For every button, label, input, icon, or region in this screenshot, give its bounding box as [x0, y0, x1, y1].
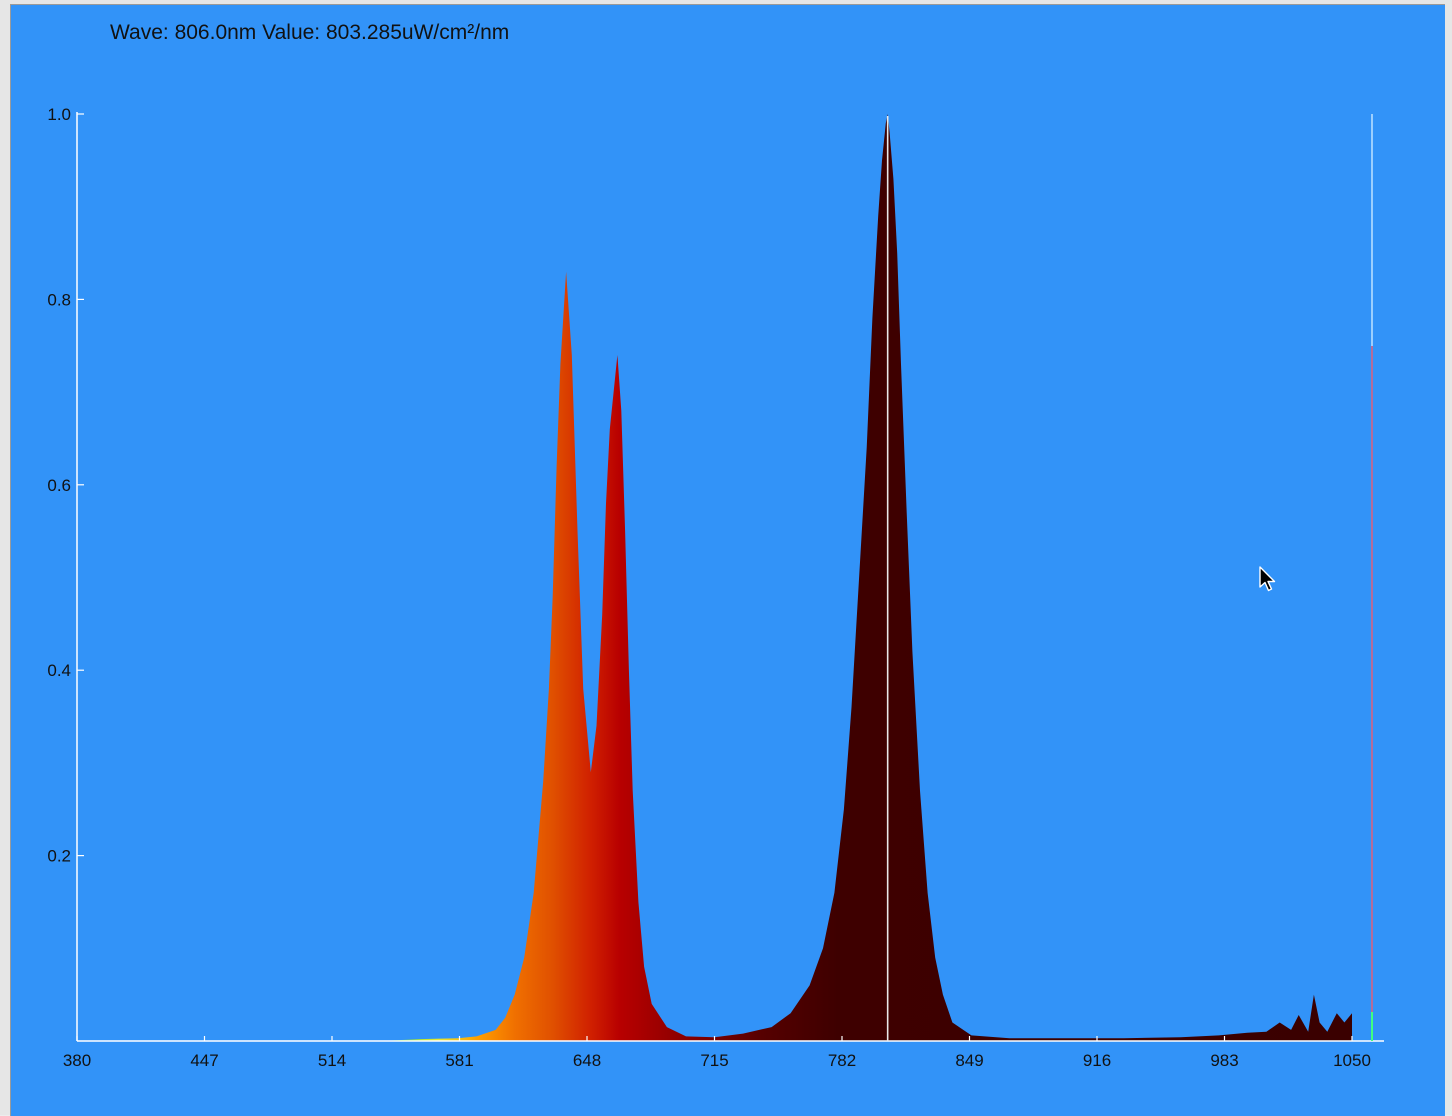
- x-tick-label: 715: [700, 1051, 728, 1070]
- x-tick-label: 916: [1083, 1051, 1111, 1070]
- y-tick-label: 0.6: [47, 476, 71, 495]
- spectrum-chart[interactable]: 380 447 514 581 648 715 782 849 916 983 1050 0.2 0.4…: [0, 0, 1452, 1115]
- y-tick-label: 0.8: [47, 290, 71, 309]
- x-tick-label: 447: [190, 1051, 218, 1070]
- spectrum-series: [77, 114, 1352, 1041]
- x-tick-label: 514: [318, 1051, 346, 1070]
- x-tick-label: 581: [445, 1051, 473, 1070]
- x-tick-label: 380: [63, 1051, 91, 1070]
- y-tick-label: 0.2: [47, 847, 71, 866]
- x-tick-label: 782: [828, 1051, 856, 1070]
- y-tick-label: 0.4: [47, 661, 71, 680]
- x-tick-label: 648: [573, 1051, 601, 1070]
- axes: 380 447 514 581 648 715 782 849 916 983 1050 0.2 0.4…: [47, 105, 1384, 1070]
- x-tick-label: 1050: [1333, 1051, 1371, 1070]
- x-tick-label: 983: [1210, 1051, 1238, 1070]
- x-tick-label: 849: [955, 1051, 983, 1070]
- cursor-layer: [886, 114, 1373, 1041]
- y-tick-label: 1.0: [47, 105, 71, 124]
- spectrum-area-layer: [77, 114, 1352, 1041]
